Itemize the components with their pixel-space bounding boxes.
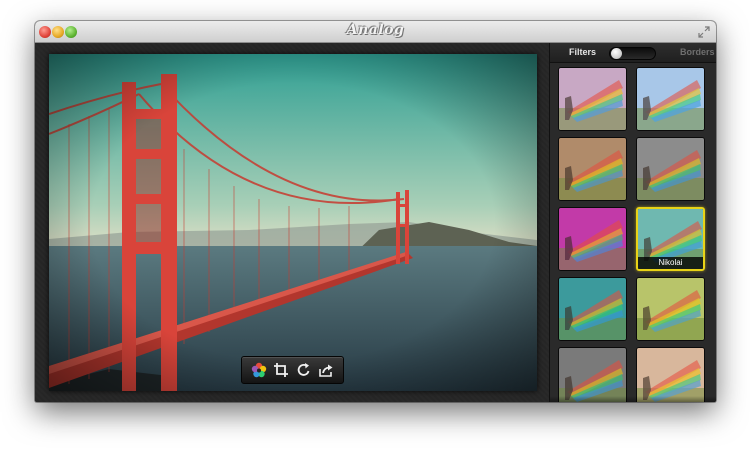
app-logo: Analog bbox=[346, 22, 405, 38]
filter-thumbnail-grid: Nikolai bbox=[558, 67, 710, 402]
tab-borders[interactable]: Borders bbox=[680, 47, 715, 57]
filter-thumbnail[interactable] bbox=[558, 277, 627, 341]
filter-preview-image bbox=[559, 68, 626, 130]
filter-preview-image bbox=[637, 68, 704, 130]
filter-preview-image bbox=[559, 348, 626, 402]
filter-thumbnail[interactable] bbox=[636, 347, 705, 402]
tab-filters[interactable]: Filters bbox=[569, 47, 596, 57]
filter-preview-image bbox=[637, 348, 704, 402]
toggle-knob[interactable] bbox=[611, 48, 622, 59]
filter-thumbnail[interactable] bbox=[558, 207, 627, 271]
filter-thumbnail[interactable] bbox=[636, 67, 705, 131]
filter-preview-image bbox=[559, 278, 626, 340]
filters-sidebar: Filters Borders Nikolai bbox=[549, 43, 716, 402]
edit-toolbar bbox=[241, 356, 344, 384]
photo-editor-area bbox=[35, 43, 549, 402]
filters-color-wheel-icon bbox=[251, 362, 267, 378]
filter-preview-image bbox=[559, 138, 626, 200]
filters-borders-toggle[interactable] bbox=[609, 47, 656, 60]
filter-thumbnail[interactable] bbox=[558, 347, 627, 402]
filter-preview-image bbox=[637, 138, 704, 200]
photo-canvas[interactable] bbox=[49, 54, 537, 391]
scroll-shade bbox=[550, 396, 716, 402]
filter-preview-image bbox=[637, 278, 704, 340]
filter-thumbnail[interactable] bbox=[636, 137, 705, 201]
rotate-icon bbox=[297, 363, 310, 376]
filter-thumbnail[interactable] bbox=[636, 277, 705, 341]
crop-button[interactable] bbox=[272, 361, 290, 379]
filter-thumbnail[interactable] bbox=[558, 137, 627, 201]
share-icon bbox=[319, 364, 333, 377]
fullscreen-icon[interactable] bbox=[698, 26, 710, 38]
filter-thumbnail[interactable]: Nikolai bbox=[636, 207, 705, 271]
title-bar[interactable]: Analog bbox=[35, 21, 716, 43]
rotate-button[interactable] bbox=[295, 361, 313, 379]
filter-thumbnail[interactable] bbox=[558, 67, 627, 131]
crop-icon bbox=[274, 363, 289, 377]
filter-name-label: Nikolai bbox=[638, 257, 703, 269]
filters-button[interactable] bbox=[250, 361, 268, 379]
filters-borders-switch: Filters Borders bbox=[550, 43, 716, 63]
filter-preview-image bbox=[559, 208, 626, 270]
share-button[interactable] bbox=[317, 361, 335, 379]
app-window: Analog Filters Borders Nikolai bbox=[35, 21, 716, 402]
